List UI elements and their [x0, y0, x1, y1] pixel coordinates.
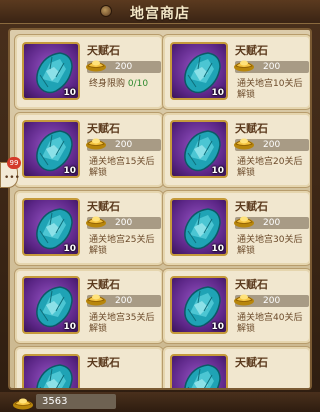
item-icon-frame: 10 [170, 42, 228, 100]
item-icon-frame: 10 [22, 354, 80, 388]
item-name: 天赋石 [87, 356, 120, 369]
item-icon-frame: 10 [22, 276, 80, 334]
gold-ingot-icon [86, 138, 106, 150]
item-price: 200 [263, 140, 281, 150]
item-price: 200 [263, 62, 281, 72]
item-price: 200 [115, 296, 133, 306]
item-price: 200 [115, 218, 133, 228]
currency-footer: 3563 [0, 392, 320, 412]
shop-item-list[interactable]: 10 天赋石 200 终身限购 0/10 10 天赋石 200 通关地宫10关后解锁 10 天赋石… [8, 28, 312, 390]
shop-window: 地宫商店 10 天赋石 200 终身限购 0/10 10 天赋石 200 通关地宫10关后解锁… [0, 0, 320, 412]
item-icon-frame: 10 [170, 276, 228, 334]
item-icon-frame: 10 [22, 120, 80, 178]
item-icon-frame: 10 [170, 354, 228, 388]
item-icon-frame: 10 [22, 198, 80, 256]
gold-ingot-icon [234, 294, 254, 306]
talent-stone-icon [36, 364, 73, 388]
gold-amount: 3563 [36, 394, 116, 409]
shop-item-card[interactable]: 10 天赋石 [14, 346, 164, 388]
gold-ingot-icon [13, 398, 33, 410]
unlock-condition: 通关地宫10关后解锁 [237, 79, 310, 101]
shop-item-card[interactable]: 10 天赋石 200 通关地宫20关后解锁 [162, 112, 310, 188]
shop-title: 地宫商店 [130, 6, 190, 22]
item-quantity: 10 [63, 166, 76, 176]
unlock-condition: 通关地宫30关后解锁 [237, 235, 310, 257]
item-quantity: 10 [211, 244, 224, 254]
unlock-condition: 通关地宫20关后解锁 [237, 157, 310, 179]
condition-text: 通关地宫20关后解锁 [237, 157, 303, 178]
item-name: 天赋石 [235, 356, 268, 369]
condition-text: 通关地宫10关后解锁 [237, 79, 303, 100]
side-badge-count: 99 [7, 157, 21, 169]
gold-ingot-icon [234, 60, 254, 72]
gold-ingot-icon [234, 138, 254, 150]
unlock-condition: 通关地宫15关后解锁 [89, 157, 163, 179]
shop-item-card[interactable]: 10 天赋石 200 通关地宫30关后解锁 [162, 190, 310, 266]
shop-item-card[interactable]: 10 天赋石 200 通关地宫35关后解锁 [14, 268, 164, 344]
more-dots-icon: ••• [4, 173, 20, 183]
item-price: 200 [115, 140, 133, 150]
condition-text: 通关地宫40关后解锁 [237, 313, 303, 334]
unlock-condition: 通关地宫35关后解锁 [89, 313, 163, 335]
unlock-condition: 通关地宫40关后解锁 [237, 313, 310, 335]
shop-item-card[interactable]: 10 天赋石 [162, 346, 310, 388]
gold-ingot-icon [234, 216, 254, 228]
gold-ingot-icon [86, 216, 106, 228]
item-quantity: 10 [211, 166, 224, 176]
item-quantity: 10 [63, 88, 76, 98]
gold-ingot-icon [86, 60, 106, 72]
item-price: 200 [263, 218, 281, 228]
condition-text: 通关地宫35关后解锁 [89, 313, 155, 334]
shop-item-card[interactable]: 10 天赋石 200 通关地宫10关后解锁 [162, 34, 310, 110]
shop-item-card[interactable]: 10 天赋石 200 终身限购 0/10 [14, 34, 164, 110]
shop-header: 地宫商店 [0, 0, 320, 24]
item-quantity: 10 [211, 322, 224, 332]
condition-text: 通关地宫30关后解锁 [237, 235, 303, 256]
shop-item-card[interactable]: 10 天赋石 200 通关地宫15关后解锁 [14, 112, 164, 188]
condition-text: 通关地宫25关后解锁 [89, 235, 155, 256]
purchase-limit: 0/10 [127, 79, 149, 89]
shop-item-card[interactable]: 10 天赋石 200 通关地宫25关后解锁 [14, 190, 164, 266]
item-quantity: 10 [63, 322, 76, 332]
unlock-condition: 通关地宫25关后解锁 [89, 235, 163, 257]
talent-stone-icon [184, 364, 221, 388]
item-icon-frame: 10 [170, 198, 228, 256]
item-price: 200 [115, 62, 133, 72]
item-icon-frame: 10 [170, 120, 228, 178]
unlock-condition: 终身限购 0/10 [89, 79, 163, 90]
item-icon-frame: 10 [22, 42, 80, 100]
condition-text: 终身限购 [89, 79, 126, 89]
gold-ingot-icon [86, 294, 106, 306]
side-chat-button[interactable]: 99 ••• [0, 157, 21, 188]
condition-text: 通关地宫15关后解锁 [89, 157, 155, 178]
item-quantity: 10 [211, 88, 224, 98]
item-quantity: 10 [63, 244, 76, 254]
shop-item-card[interactable]: 10 天赋石 200 通关地宫40关后解锁 [162, 268, 310, 344]
item-price: 200 [263, 296, 281, 306]
